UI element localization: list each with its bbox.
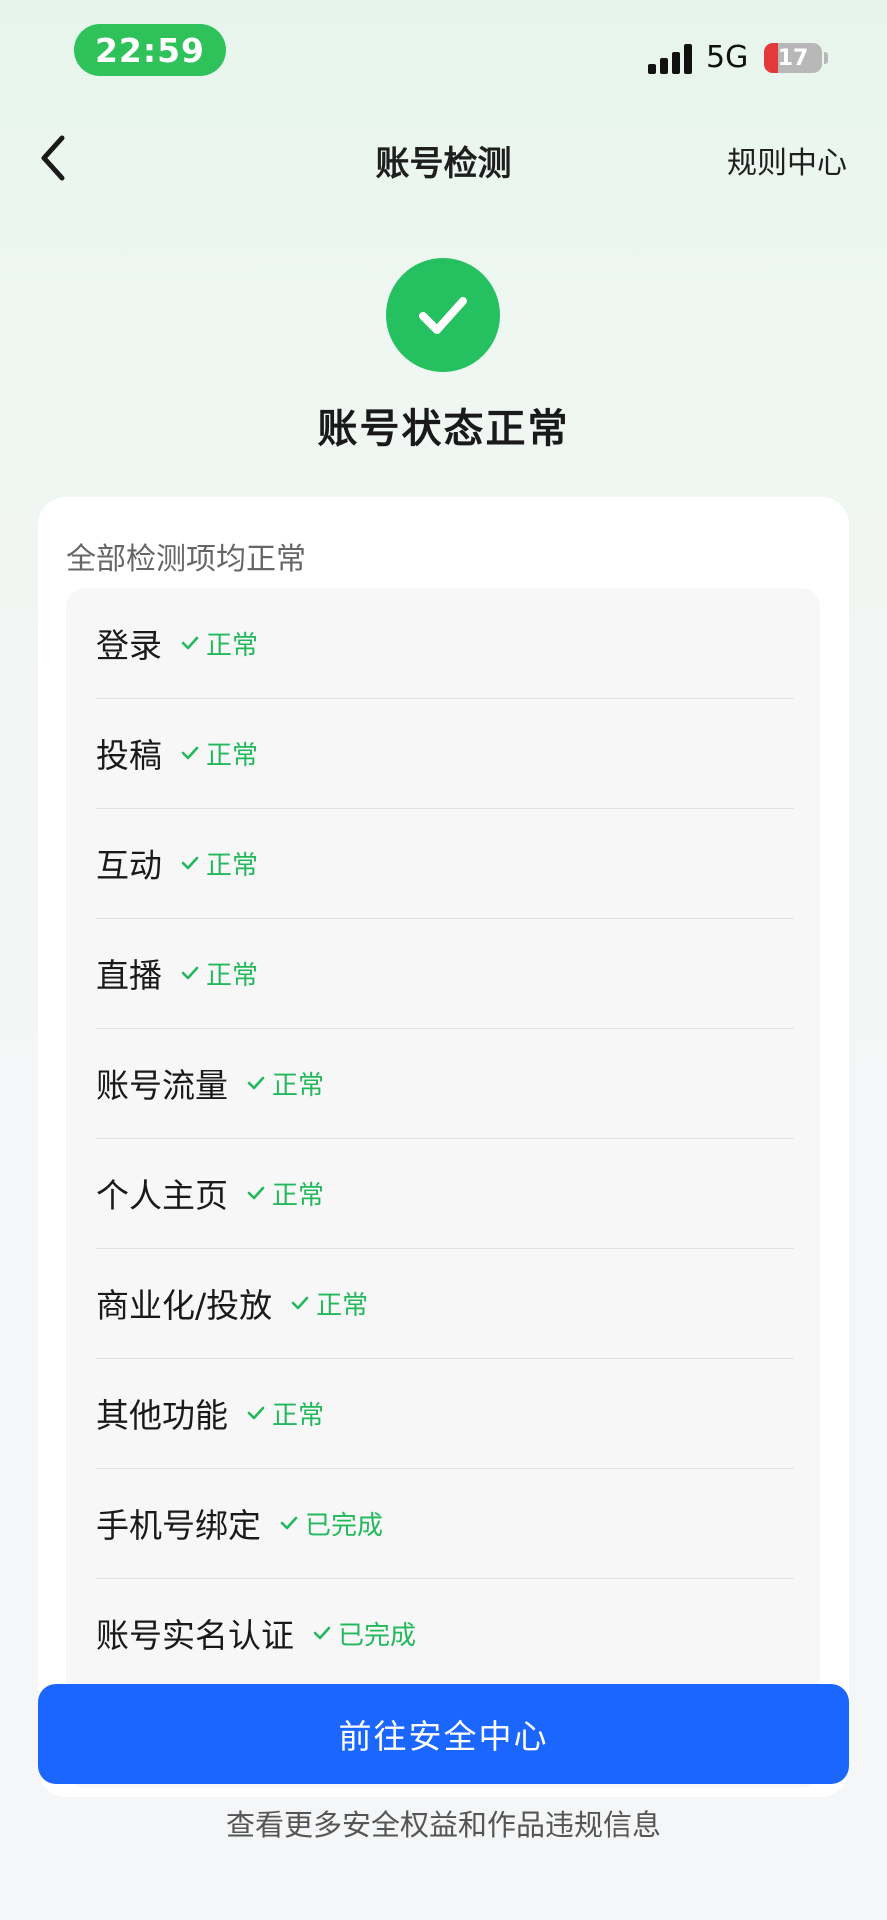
network-type: 5G: [706, 40, 749, 75]
item-label: 商业化/投放: [96, 1286, 273, 1325]
check-icon: [247, 1076, 265, 1090]
item-status-text: 正常: [206, 960, 259, 991]
item-label: 账号实名认证: [96, 1616, 294, 1655]
signal-icon: [648, 44, 692, 74]
item-status: 正常: [180, 955, 258, 992]
item-status-text: 正常: [206, 630, 259, 661]
item-status-text: 正常: [206, 740, 259, 771]
item-status-text: 正常: [272, 1180, 325, 1211]
list-item: 个人主页 正常: [96, 1138, 794, 1249]
card-subtitle: 全部检测项均正常: [66, 542, 306, 577]
item-status: 正常: [180, 625, 258, 662]
list-item: 其他功能 正常: [96, 1358, 794, 1469]
battery-icon: 17: [764, 43, 822, 73]
item-status: 已完成: [312, 1615, 416, 1652]
list-item: 账号流量 正常: [96, 1028, 794, 1139]
check-icon: [181, 966, 199, 980]
check-icon: [280, 1516, 298, 1530]
check-icon: [419, 297, 467, 334]
list-item: 互动 正常: [96, 808, 794, 919]
check-icon: [181, 636, 199, 650]
check-icon: [181, 856, 199, 870]
list-item: 账号实名认证 已完成: [96, 1578, 794, 1688]
item-label: 其他功能: [96, 1396, 228, 1435]
item-label: 互动: [96, 846, 162, 885]
rules-center-link[interactable]: 规则中心: [727, 138, 847, 182]
item-status: 正常: [246, 1395, 324, 1432]
battery-tip: [824, 52, 828, 64]
item-status-text: 已完成: [305, 1510, 384, 1541]
battery-level: 17: [777, 45, 809, 71]
check-icon: [291, 1296, 309, 1310]
list-item: 商业化/投放 正常: [96, 1248, 794, 1359]
account-status-title: 账号状态正常: [317, 406, 570, 452]
item-status: 正常: [290, 1285, 368, 1322]
check-icon: [247, 1406, 265, 1420]
status-time: 22:59: [74, 24, 226, 76]
item-label: 投稿: [96, 736, 162, 775]
item-status-text: 已完成: [338, 1620, 417, 1651]
item-label: 手机号绑定: [96, 1506, 261, 1545]
list-item: 投稿 正常: [96, 698, 794, 809]
item-label: 登录: [96, 626, 162, 665]
item-status: 正常: [180, 845, 258, 882]
item-status: 已完成: [279, 1505, 383, 1542]
list-item: 手机号绑定 已完成: [96, 1468, 794, 1579]
check-circle-icon: [386, 258, 500, 372]
footer-note: 查看更多安全权益和作品违规信息: [225, 1808, 661, 1842]
go-to-security-center-button[interactable]: 前往安全中心: [38, 1684, 849, 1784]
item-status: 正常: [246, 1065, 324, 1102]
check-icon: [247, 1186, 265, 1200]
item-label: 账号流量: [96, 1066, 228, 1105]
item-label: 直播: [96, 956, 162, 995]
detection-list: 登录 正常 投稿 正常 互动 正常 直播 正常 账号流量 正常 个人主页 正常 …: [66, 588, 820, 1788]
item-status-text: 正常: [272, 1070, 325, 1101]
check-icon: [313, 1626, 331, 1640]
list-item: 直播 正常: [96, 918, 794, 1029]
item-status: 正常: [180, 735, 258, 772]
item-status-text: 正常: [316, 1290, 369, 1321]
item-status-text: 正常: [206, 850, 259, 881]
item-label: 个人主页: [96, 1176, 228, 1215]
item-status-text: 正常: [272, 1400, 325, 1431]
check-icon: [181, 746, 199, 760]
item-status: 正常: [246, 1175, 324, 1212]
list-item: 登录 正常: [96, 588, 794, 699]
